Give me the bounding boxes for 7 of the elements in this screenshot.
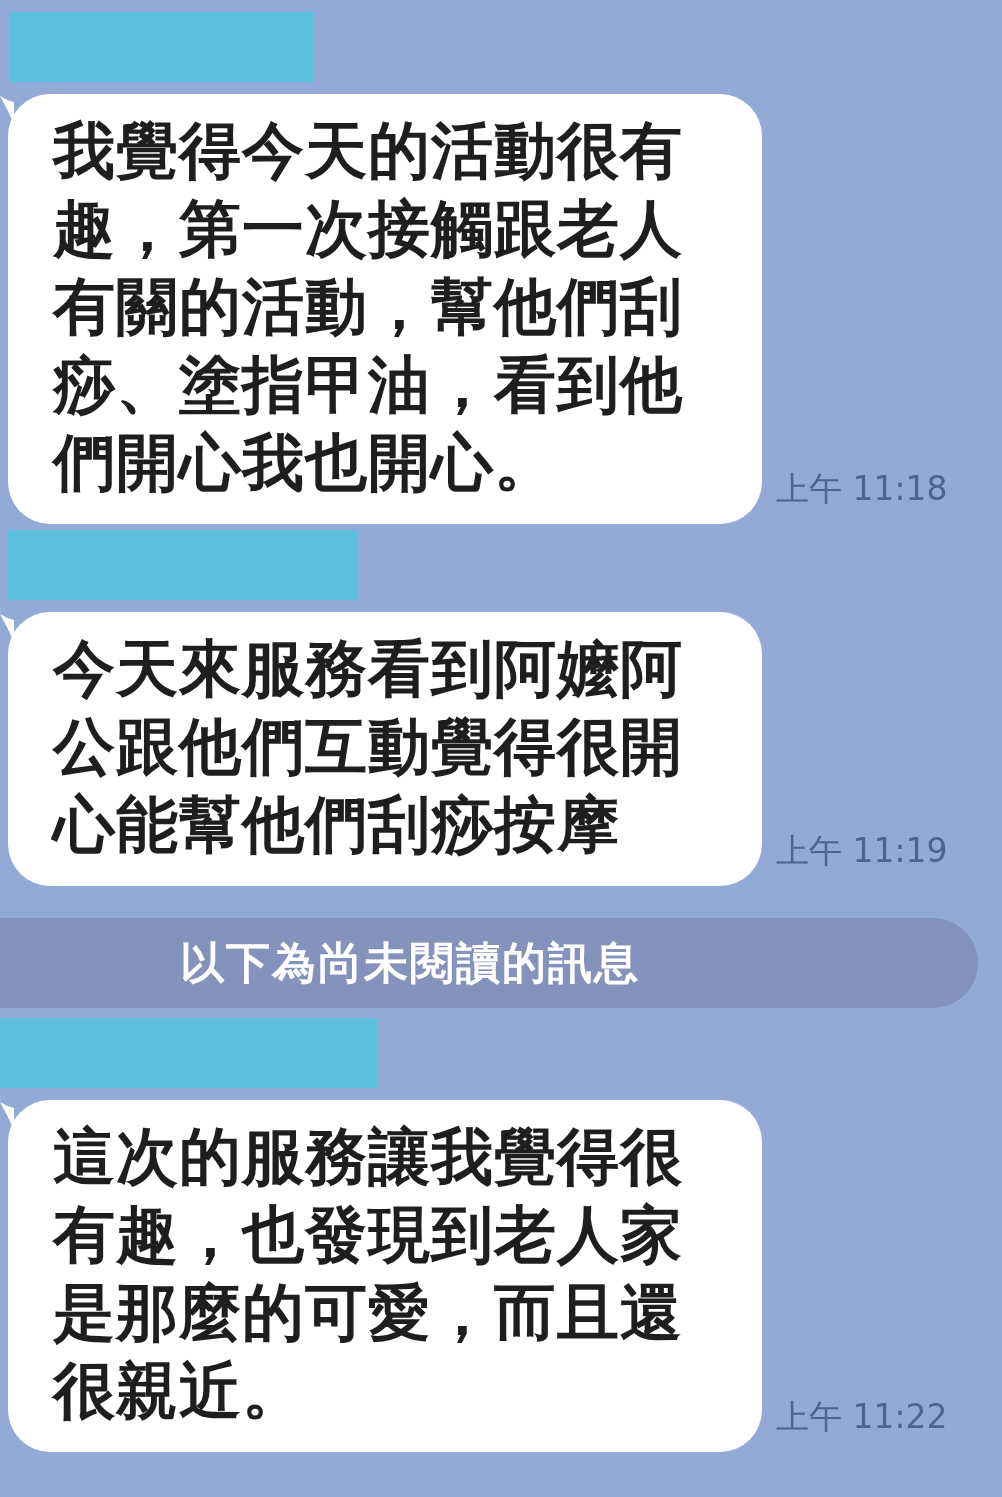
unread-divider-text: 以下為尚未閱讀的訊息 xyxy=(180,935,640,990)
message-bubble: 我覺得今天的活動很有趣，第一次接觸跟老人有關的活動，幫他們刮痧、塗指甲油，看到他們開心我也開心。 xyxy=(8,94,762,524)
message-bubble: 今天來服務看到阿嬤阿公跟他們互動覺得很開心能幫他們刮痧按摩 xyxy=(8,612,762,886)
message-time: 上午 11:22 xyxy=(776,1396,948,1438)
message-time: 上午 11:18 xyxy=(776,468,948,510)
message-time: 上午 11:19 xyxy=(776,830,948,872)
message-bubble: 這次的服務讓我覺得很有趣，也發現到老人家是那麼的可愛，而且還很親近。 xyxy=(8,1100,762,1452)
